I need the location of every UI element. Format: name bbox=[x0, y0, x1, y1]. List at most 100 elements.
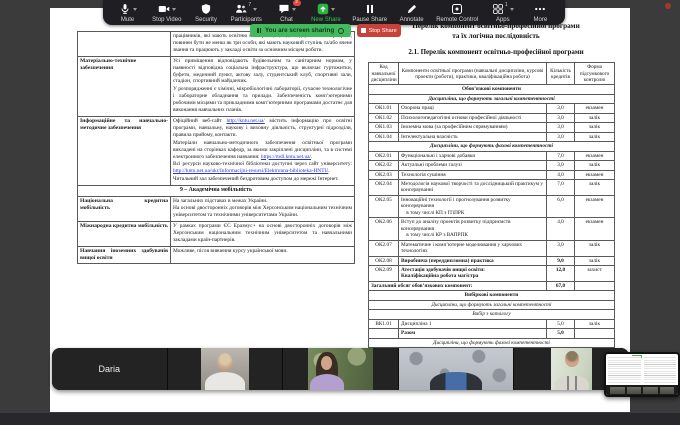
table-cell bbox=[575, 281, 615, 290]
document-text: Можливе, після вивчення курсу українсько… bbox=[173, 248, 288, 254]
table-cell: 4,0 bbox=[547, 170, 575, 179]
row-text-cell: Можливе, після вивчення курсу українсько… bbox=[171, 246, 355, 263]
apps-icon: 1 bbox=[492, 3, 514, 16]
document-link[interactable]: http://kntu.net.ua/ bbox=[226, 118, 264, 124]
pause-icon bbox=[364, 3, 376, 16]
participant-video bbox=[201, 348, 249, 390]
table-cell: Психологопедагогічні основи професійної … bbox=[399, 113, 547, 122]
toolbar-stop-video-button[interactable]: Stop Video bbox=[152, 3, 181, 23]
camera-icon bbox=[158, 3, 176, 16]
table-cell: екзамен bbox=[575, 218, 615, 240]
table-cell: ОК2.02 bbox=[369, 161, 399, 170]
pause-share-icon bbox=[257, 28, 261, 33]
table-cell: Методологія наукової творчості та дослід… bbox=[399, 180, 547, 196]
stop-share-button[interactable]: Stop Share bbox=[357, 24, 401, 37]
chevron-down-icon[interactable] bbox=[253, 8, 257, 11]
table-cell: Вибір з каталогу bbox=[369, 310, 615, 319]
table-cell: залік bbox=[575, 240, 615, 256]
table-cell: ОК2.03 bbox=[369, 170, 399, 179]
table-cell: залік bbox=[575, 180, 615, 196]
document-text: . bbox=[328, 168, 329, 174]
table-cell: 6,0 bbox=[547, 195, 575, 217]
toolbar-pause-share-button[interactable]: Pause Share bbox=[352, 3, 387, 23]
table-cell: ОК1.04 bbox=[369, 132, 399, 141]
toolbar-label: More bbox=[534, 17, 548, 23]
components-table-row: ОК2.04Методологія наукової творчості та … bbox=[369, 180, 615, 196]
table-cell: 7,0 bbox=[547, 180, 575, 196]
video-tile-3[interactable] bbox=[283, 348, 399, 390]
toolbar-more-button[interactable]: More bbox=[527, 3, 553, 23]
toolbar-participants-button[interactable]: 7Participants bbox=[231, 3, 262, 23]
table-cell: Загальний обсяг обов’язкових компонент: bbox=[369, 281, 547, 290]
video-tile-4[interactable] bbox=[399, 348, 515, 390]
document-text: На загальних підставах в межах України. bbox=[173, 198, 268, 204]
table-cell: 5,0 bbox=[547, 329, 575, 338]
document-link[interactable]: https://mdl.kntu.net.ua/ bbox=[261, 154, 311, 160]
document-text: На основі двосторонніх договорів між Хер… bbox=[173, 205, 352, 218]
table-cell: Обов’язкові компоненти bbox=[369, 85, 615, 94]
chevron-down-icon[interactable] bbox=[510, 8, 514, 11]
table-cell: ВК1.01 bbox=[369, 319, 399, 328]
chevron-down-icon[interactable] bbox=[133, 8, 137, 11]
header-component: Компоненти освітньої програми (навчальні… bbox=[399, 63, 547, 85]
share-preview-thumbnail[interactable] bbox=[604, 352, 680, 397]
chevron-down-icon[interactable] bbox=[331, 8, 335, 11]
toolbar-security-button[interactable]: Security bbox=[193, 3, 219, 23]
row-text-cell: У рамках програми ЄС Еразмус+ на основі … bbox=[171, 222, 355, 247]
components-table-row: Вибіркові компоненти bbox=[369, 291, 615, 300]
recording-indicator-dot bbox=[665, 3, 671, 9]
header-credits: Кількість кредитів bbox=[547, 63, 575, 85]
toolbar-remote-control-button[interactable]: Remote Control bbox=[436, 3, 478, 23]
table-cell: Дисципліни, що формують фахові компетент… bbox=[369, 338, 615, 347]
components-table-row: ОК2.06Вступ до аналізу проектів розвитку… bbox=[369, 218, 615, 240]
components-table-row: Загальний обсяг обов’язкових компонент:6… bbox=[369, 281, 615, 290]
table-cell: 3,0 bbox=[547, 104, 575, 113]
toolbar-mute-button[interactable]: Mute bbox=[115, 3, 141, 23]
video-tile-daria[interactable]: Daria bbox=[52, 348, 168, 390]
toolbar-chat-button[interactable]: 2Chat bbox=[274, 3, 300, 23]
table-cell: 12,0 bbox=[547, 265, 575, 281]
pencil-icon bbox=[406, 3, 418, 16]
chevron-down-icon[interactable] bbox=[292, 8, 296, 11]
table-cell: екзамен bbox=[575, 151, 615, 160]
left-table-row: Матеріально-технічне забезпеченняУсі при… bbox=[78, 56, 355, 116]
table-cell: Вступ до аналізу проектів розвитку підпр… bbox=[399, 218, 547, 240]
toolbar-label: New Share bbox=[311, 17, 341, 23]
screen-sharing-message: You are screen sharing bbox=[265, 27, 334, 34]
chevron-down-icon[interactable] bbox=[172, 8, 176, 11]
table-cell: 3,0 bbox=[547, 132, 575, 141]
toolbar-label: Mute bbox=[121, 17, 134, 23]
participant-video bbox=[399, 348, 514, 390]
table-cell: ОК2.09 bbox=[369, 265, 399, 281]
mic-icon bbox=[119, 3, 137, 16]
share-banner-area: You are screen sharing Stop Share bbox=[250, 24, 401, 37]
table-cell: Інтелектуальна власність bbox=[399, 132, 547, 141]
table-cell: Атестація здобувачів вищої освіти: Квалі… bbox=[399, 265, 547, 281]
table-cell: Дисципліни, що формують загальні компете… bbox=[369, 300, 615, 309]
section-header-cell: 9 – Академічна мобільність bbox=[78, 186, 355, 196]
toolbar-annotate-button[interactable]: Annotate bbox=[399, 3, 425, 23]
components-table-row: Дисципліни, що формують фахові компетент… bbox=[369, 142, 615, 151]
table-cell: залік bbox=[575, 319, 615, 328]
zoom-toolbar: Mute Stop Video Security 7Participants 2Chat… bbox=[103, 0, 565, 25]
document-text: Усі приміщення відповідають будівельним … bbox=[173, 58, 352, 85]
document-link[interactable]: http://kntu.net.ua/ukr/Informacijni-resu… bbox=[173, 168, 328, 174]
table-cell: Дисципліни, що формують загальні компете… bbox=[369, 94, 615, 103]
table-cell: ОК2.04 bbox=[369, 180, 399, 196]
section-subtitle: 2.1. Перелік компонент освітньо-професій… bbox=[365, 48, 627, 56]
toolbar-label: Apps bbox=[496, 17, 510, 23]
toolbar-label: Pause Share bbox=[352, 17, 387, 23]
row-label-cell bbox=[78, 32, 171, 57]
unread-badge: 2 bbox=[293, 0, 301, 6]
components-table-row: ОК2.08Виробнича (переддипломна) практика… bbox=[369, 256, 615, 265]
toolbar-new-share-button[interactable]: New Share bbox=[311, 3, 341, 23]
toolbar-label: Stop Video bbox=[152, 17, 181, 23]
table-cell: залік bbox=[575, 132, 615, 141]
screen-sharing-banner[interactable]: You are screen sharing bbox=[250, 24, 351, 37]
table-cell: Дисципліна 1 bbox=[399, 319, 547, 328]
table-cell: 4,0 bbox=[547, 218, 575, 240]
table-cell: ОК2.07 bbox=[369, 240, 399, 256]
document-text: У розпорядженні є хімічні, мікробіологіч… bbox=[173, 86, 352, 113]
video-tile-2[interactable] bbox=[168, 348, 284, 390]
toolbar-apps-button[interactable]: 1Apps bbox=[490, 3, 516, 23]
